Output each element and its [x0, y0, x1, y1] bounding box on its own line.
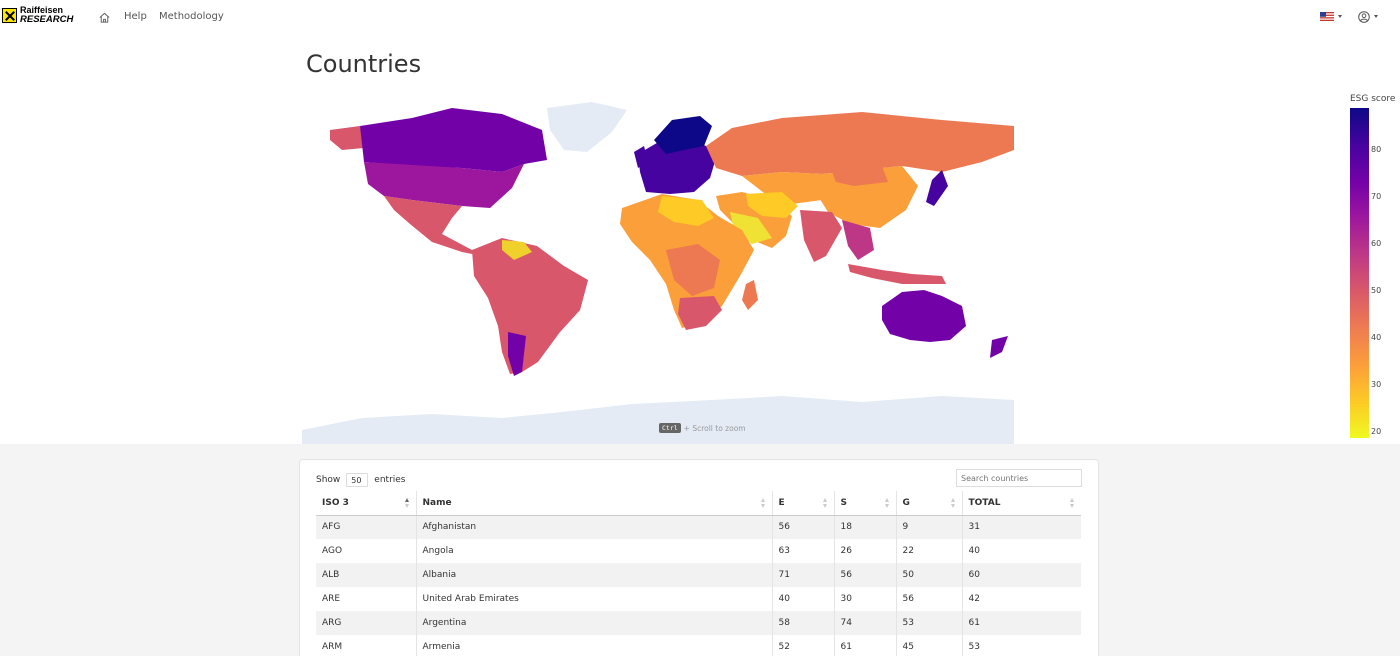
table-row[interactable]: AGO Angola 63 26 22 40: [316, 539, 1081, 563]
colorbar-tick: 20: [1371, 427, 1382, 436]
table-header-row: ISO 3 Name E S G TOTAL: [316, 491, 1081, 516]
cell-g: 45: [895, 635, 962, 656]
entries-length-control: Show 50 entries: [316, 473, 406, 487]
cell-e: 58: [771, 611, 834, 635]
cell-total: 60: [961, 563, 1081, 587]
countries-table: ISO 3 Name E S G TOTAL AFG Afghanistan 5…: [316, 491, 1081, 656]
cell-total: 42: [961, 587, 1081, 611]
cell-s: 56: [833, 563, 896, 587]
cell-total: 61: [961, 611, 1081, 635]
sort-icon: [950, 498, 956, 508]
cell-iso3: ARE: [322, 594, 341, 604]
us-flag-icon[interactable]: [1320, 12, 1334, 21]
colorbar-tick: 40: [1371, 333, 1382, 342]
map-region-madagascar: [742, 280, 758, 310]
cell-s: 26: [833, 539, 896, 563]
table-row[interactable]: ARG Argentina 58 74 53 61: [316, 611, 1081, 635]
column-header-name[interactable]: Name: [415, 491, 772, 516]
sort-icon: [760, 498, 766, 508]
page-title: Countries: [306, 50, 422, 78]
map-region-japan: [926, 170, 948, 206]
nav-help-link[interactable]: Help: [124, 11, 147, 22]
cell-e: 56: [771, 515, 834, 539]
cell-name: Afghanistan: [415, 515, 772, 539]
cell-iso3: AFG: [316, 515, 416, 539]
colorbar-tick: 80: [1371, 145, 1382, 154]
cell-total: 53: [961, 635, 1081, 656]
colorbar-title: ESG score: [1350, 94, 1396, 104]
column-header-total[interactable]: TOTAL: [961, 491, 1081, 516]
map-region-greenland: [547, 102, 627, 152]
cell-iso3: ALB: [316, 563, 416, 587]
entries-per-page-select[interactable]: 50: [346, 473, 369, 487]
column-header-e[interactable]: E: [771, 491, 834, 516]
world-esg-choropleth-map[interactable]: [302, 100, 1014, 444]
colorbar-tick: 30: [1371, 380, 1382, 389]
cell-iso3: ARG: [316, 611, 416, 635]
map-region-alaska: [330, 126, 364, 150]
table-row[interactable]: ARE United Arab Emirates 40 30 56 42: [316, 587, 1081, 611]
cell-e: 52: [771, 635, 834, 656]
colorbar-tick: 60: [1371, 239, 1382, 248]
table-row[interactable]: ALB Albania 71 56 50 60: [316, 563, 1081, 587]
logo-line-2: RESEARCH: [20, 14, 74, 25]
search-countries-input[interactable]: [956, 469, 1082, 487]
colorbar-gradient: [1350, 108, 1369, 438]
cell-s: 61: [833, 635, 896, 656]
cell-s: 74: [833, 611, 896, 635]
entries-label: entries: [374, 475, 406, 485]
cell-name: Argentina: [415, 611, 772, 635]
cell-total: 31: [961, 515, 1081, 539]
cell-iso3: AGO: [322, 546, 343, 556]
cell-name: Armenia: [415, 635, 772, 656]
cell-name: United Arab Emirates: [415, 587, 772, 611]
nav-methodology-link[interactable]: Methodology: [159, 11, 224, 22]
cell-g: 56: [895, 587, 962, 611]
map-region-southern-africa: [678, 296, 722, 330]
map-region-australia: [882, 290, 966, 342]
sort-ascending-icon: [404, 498, 410, 508]
cell-e: 40: [771, 587, 834, 611]
cell-e: 63: [771, 539, 834, 563]
table-row[interactable]: ARM Armenia 52 61 45 53: [316, 635, 1081, 656]
cell-g: 50: [895, 563, 962, 587]
column-header-s[interactable]: S: [833, 491, 896, 516]
top-navbar: Raiffeisen RESEARCH Help Methodology: [0, 0, 1400, 36]
raiffeisen-gable-icon: [2, 8, 17, 23]
scroll-zoom-text: + Scroll to zoom: [683, 423, 746, 433]
map-region-russia: [706, 112, 1014, 176]
show-label: Show: [316, 475, 341, 485]
cell-g: 9: [895, 515, 962, 539]
cell-name: Angola: [415, 539, 772, 563]
account-caret-icon[interactable]: [1374, 15, 1378, 18]
column-header-iso3[interactable]: ISO 3: [316, 491, 416, 516]
raiffeisen-logo[interactable]: Raiffeisen RESEARCH: [2, 6, 73, 30]
cell-name: Albania: [415, 563, 772, 587]
map-region-canada: [360, 108, 547, 172]
sort-icon: [822, 498, 828, 508]
cell-iso3: ARM: [322, 642, 343, 652]
table-row[interactable]: AFG Afghanistan 56 18 9 31: [316, 515, 1081, 539]
cell-total: 40: [961, 539, 1081, 563]
sort-icon: [884, 498, 890, 508]
language-caret-icon[interactable]: [1338, 15, 1342, 18]
user-account-icon[interactable]: [1358, 11, 1370, 23]
scroll-zoom-hint: Ctrl + Scroll to zoom: [659, 423, 746, 433]
cell-g: 53: [895, 611, 962, 635]
map-region-antarctica: [302, 396, 1014, 444]
home-icon[interactable]: [98, 11, 111, 24]
map-region-indonesia: [848, 264, 946, 284]
sort-icon: [1070, 498, 1075, 508]
colorbar-tick: 70: [1371, 192, 1382, 201]
map-region-india: [800, 210, 842, 262]
colorbar-tick: 50: [1371, 286, 1382, 295]
cell-e: 71: [771, 563, 834, 587]
cell-s: 18: [833, 515, 896, 539]
cell-g: 22: [895, 539, 962, 563]
ctrl-key-badge: Ctrl: [659, 423, 681, 433]
column-header-g[interactable]: G: [895, 491, 962, 516]
map-region-new-zealand: [990, 336, 1008, 358]
cell-s: 30: [833, 587, 896, 611]
